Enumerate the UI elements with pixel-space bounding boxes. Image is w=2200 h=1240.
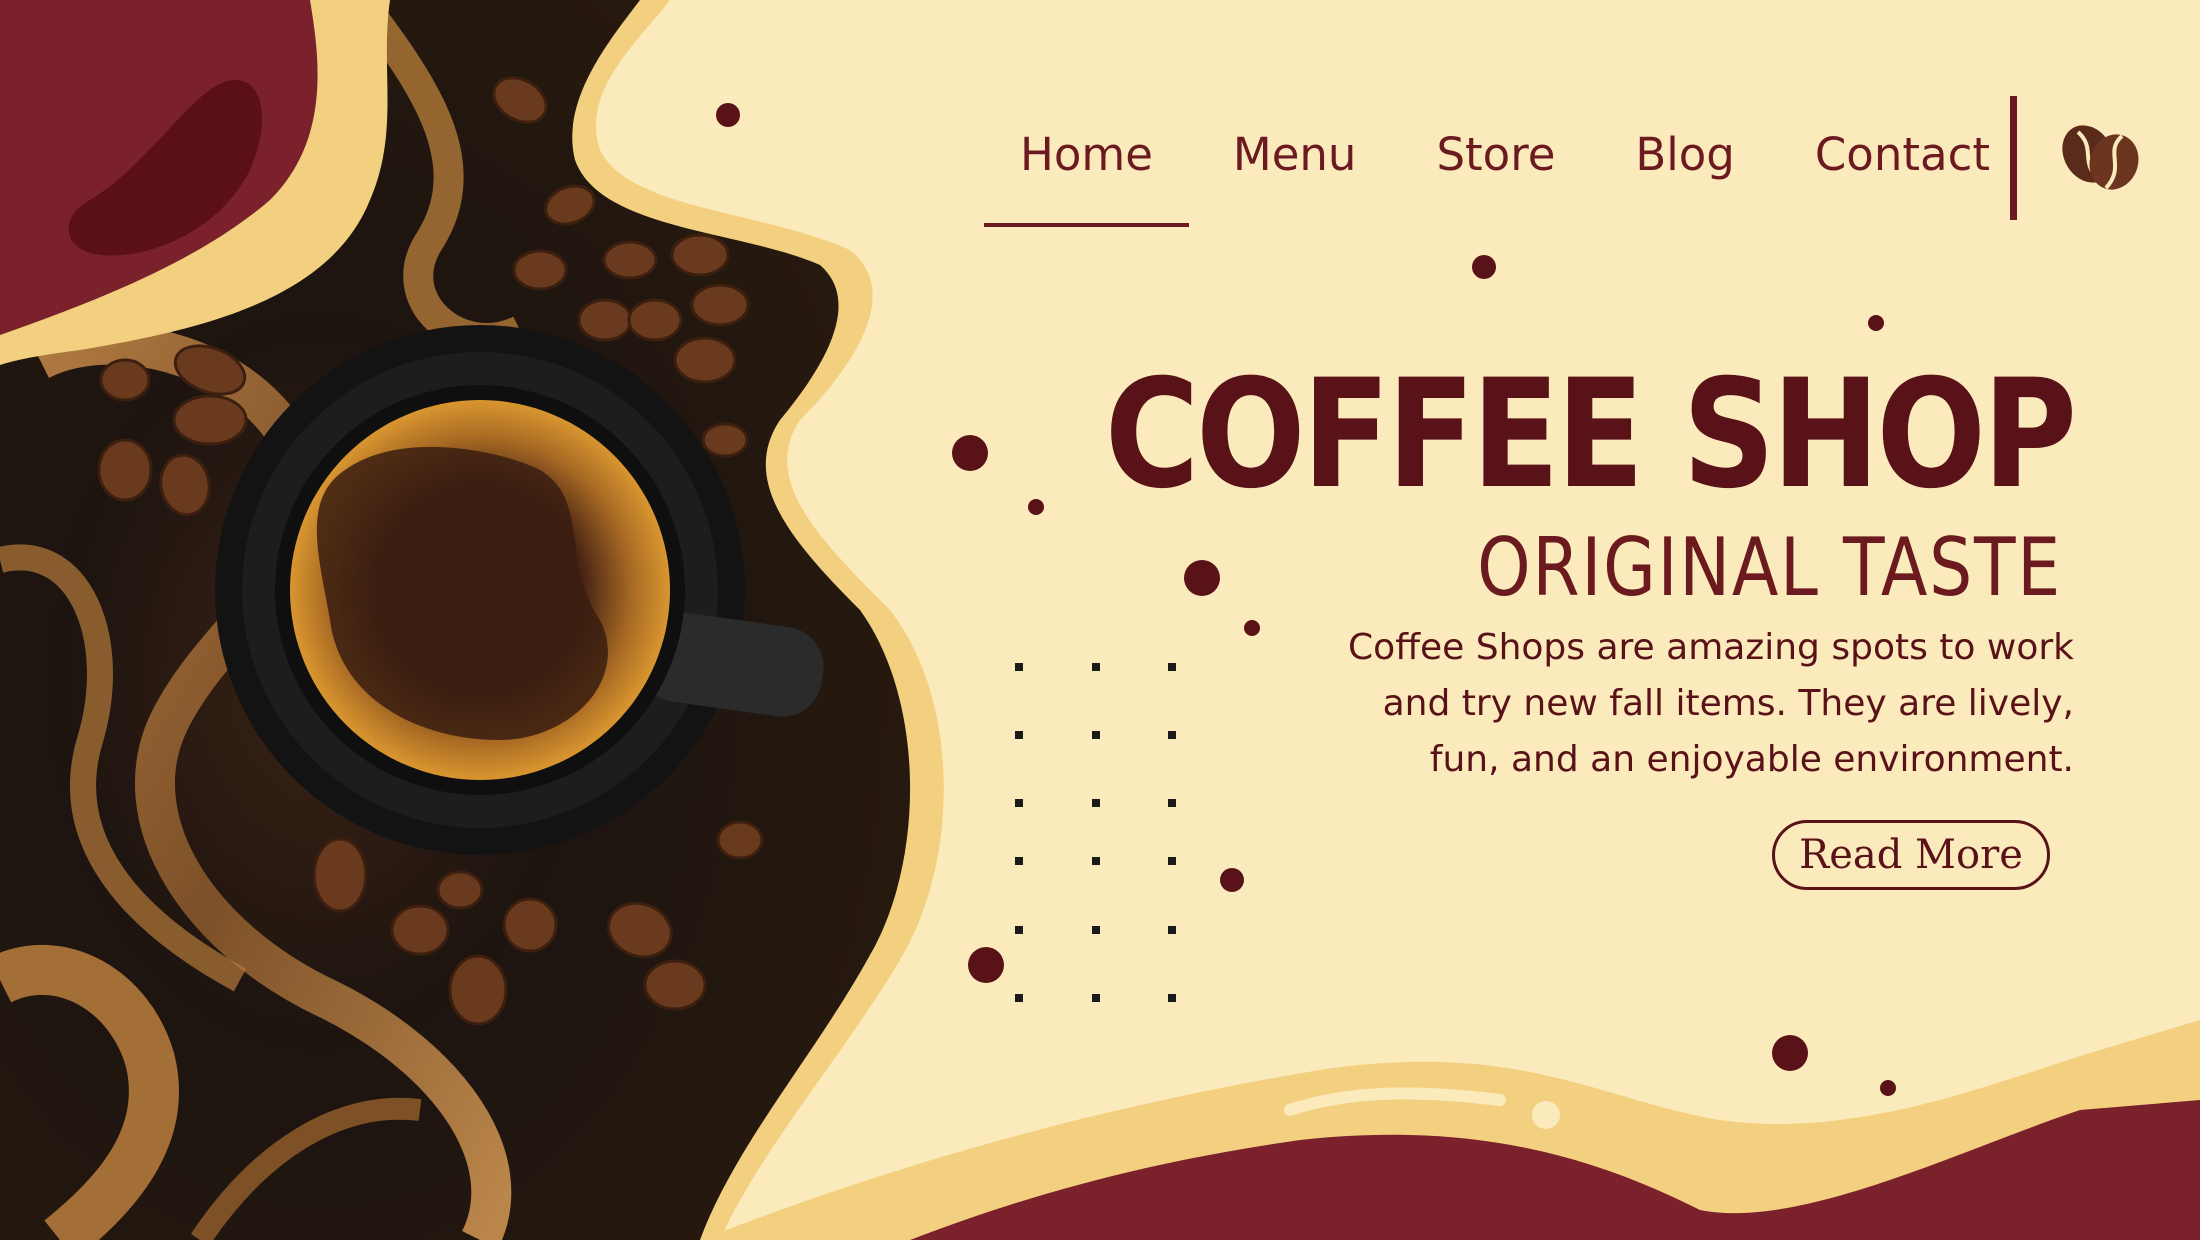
hero-title: COFFEE SHOP (1105, 348, 2077, 522)
main-nav: Home Menu Store Blog Contact (980, 128, 2030, 227)
coffee-bean-icon[interactable] (2060, 122, 2142, 192)
dot-grid (1015, 663, 1176, 1002)
hero-description-line: fun, and an enjoyable environment. (1429, 739, 2074, 780)
read-more-button[interactable]: Read More (1772, 820, 2050, 890)
nav-blog[interactable]: Blog (1595, 128, 1774, 181)
hero-description-line: Coffee Shops are amazing spots to work (1348, 627, 2074, 668)
nav-contact[interactable]: Contact (1775, 128, 2030, 181)
hero-subtitle: ORIGINAL TASTE (1477, 521, 2062, 614)
nav-menu[interactable]: Menu (1193, 128, 1397, 181)
hero-description-line: and try new fall items. They are lively, (1382, 683, 2074, 724)
nav-home[interactable]: Home (980, 128, 1193, 227)
hero-description: Coffee Shops are amazing spots to work a… (1174, 620, 2074, 788)
landing-page: Home Menu Store Blog Contact COFFEE SHOP… (0, 0, 2200, 1240)
nav-store[interactable]: Store (1396, 128, 1595, 181)
nav-divider (2010, 96, 2017, 220)
